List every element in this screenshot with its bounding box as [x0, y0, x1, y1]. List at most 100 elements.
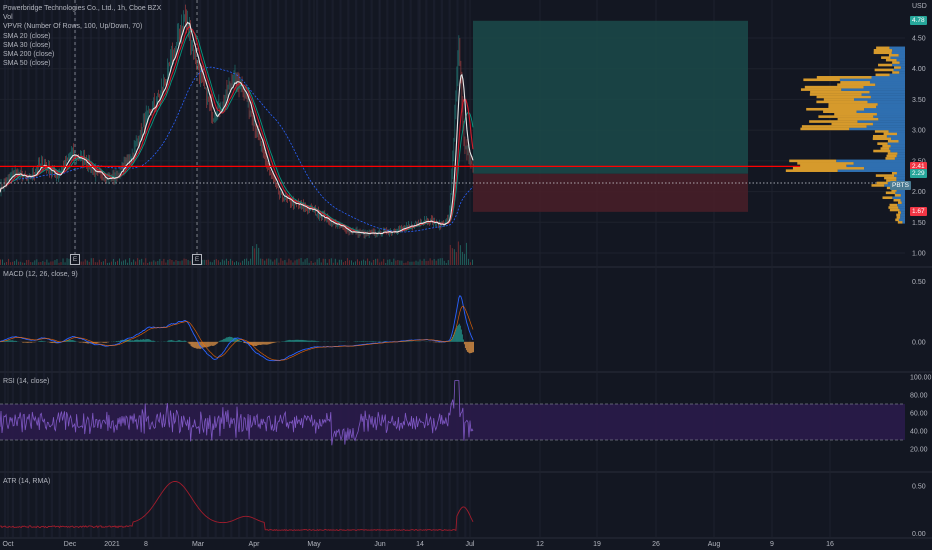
- vpvr-row-up: [889, 73, 905, 77]
- volume-bar: [359, 261, 361, 265]
- vpvr-row-down: [800, 164, 847, 168]
- volume-bar: [242, 260, 244, 265]
- vpvr-row-down: [871, 184, 885, 187]
- vpvr-row-down: [878, 63, 893, 67]
- macd-bar: [304, 340, 306, 342]
- volume-bar: [8, 258, 10, 265]
- macd-bar: [408, 341, 410, 342]
- volume-bar: [131, 262, 133, 265]
- macd-bar: [190, 341, 192, 346]
- macd-bar: [307, 340, 309, 342]
- macd-bar: [241, 341, 242, 342]
- vpvr-row-down: [834, 112, 877, 116]
- vpvr-row-up: [876, 105, 905, 109]
- macd-bar: [438, 341, 440, 343]
- chart-canvas[interactable]: 4.504.003.503.002.502.001.501.000.500.00…: [0, 0, 932, 550]
- volume-bar: [330, 258, 332, 265]
- macd-bar: [131, 340, 133, 342]
- macd-bar: [207, 341, 209, 347]
- macd-bar: [373, 341, 375, 342]
- macd-bar: [208, 341, 210, 347]
- volume-bar: [127, 262, 129, 265]
- macd-bar: [170, 340, 172, 342]
- vpvr-row-down: [816, 95, 871, 99]
- session-band: [323, 0, 326, 538]
- volume-bar: [189, 261, 191, 265]
- volume-bar: [270, 259, 272, 265]
- vpvr-row-down: [891, 171, 897, 175]
- macd-bar: [292, 339, 294, 342]
- volume-bar: [288, 258, 290, 265]
- macd-bar: [299, 339, 301, 342]
- macd-bar: [85, 341, 87, 344]
- volume-bar: [22, 262, 24, 265]
- volume-bar: [352, 262, 354, 265]
- macd-bar: [143, 339, 145, 342]
- earnings-marker[interactable]: E: [70, 254, 80, 265]
- macd-bar: [214, 341, 216, 345]
- macd-bar: [27, 341, 29, 343]
- volume-bar: [28, 259, 30, 265]
- macd-bar: [288, 339, 290, 342]
- macd-bar: [10, 340, 11, 342]
- macd-bar: [194, 341, 196, 348]
- vpvr-row-up: [869, 90, 905, 94]
- macd-bar: [150, 340, 152, 342]
- session-band: [409, 0, 412, 538]
- vpvr-row-up: [899, 71, 905, 74]
- volume-bar: [240, 262, 242, 265]
- macd-bar: [192, 341, 194, 348]
- vpvr-row-down: [800, 88, 842, 91]
- session-band: [440, 0, 443, 538]
- macd-bar: [73, 340, 75, 342]
- volume-bar: [445, 262, 447, 265]
- volume-bar: [32, 262, 34, 265]
- volume-bar: [461, 251, 463, 265]
- macd-bar: [284, 341, 286, 342]
- price-tick-label: 3.00: [912, 128, 926, 135]
- volume-bar: [338, 259, 340, 265]
- vpvr-row-up: [897, 203, 905, 207]
- volume-bar: [306, 258, 308, 265]
- volume-bar: [397, 259, 399, 265]
- volume-bar: [314, 262, 316, 265]
- session-band: [11, 0, 14, 538]
- volume-bar: [268, 258, 270, 265]
- volume-bar: [381, 261, 383, 265]
- macd-bar: [287, 340, 289, 342]
- volume-bar: [316, 259, 318, 265]
- vpvr-row-down: [823, 110, 857, 114]
- volume-bar: [447, 260, 449, 265]
- macd-bar: [196, 341, 198, 349]
- session-band: [144, 0, 147, 538]
- macd-bar: [173, 340, 175, 342]
- macd-bar: [177, 340, 179, 342]
- vpvr-row-down: [896, 213, 901, 217]
- macd-tick-label: 0.50: [912, 279, 926, 286]
- macd-bar: [298, 339, 300, 342]
- volume-bar: [350, 260, 352, 265]
- vpvr-row-up: [876, 112, 905, 116]
- vpvr-row-up: [899, 61, 905, 64]
- macd-bar: [470, 341, 472, 353]
- vpvr-row-down: [896, 216, 901, 219]
- earnings-marker[interactable]: E: [192, 254, 202, 265]
- session-band: [97, 0, 100, 538]
- volume-bar: [409, 261, 411, 265]
- macd-bar: [293, 340, 295, 342]
- macd-bar: [101, 341, 103, 343]
- macd-bar: [106, 341, 108, 343]
- session-band: [331, 0, 334, 538]
- volume-bar: [88, 261, 90, 265]
- volume-bar: [443, 260, 445, 265]
- volume-bar: [246, 258, 248, 265]
- macd-bar: [39, 341, 41, 342]
- macd-bar: [31, 341, 33, 343]
- atr-pane-label: ATR (14, RMA): [3, 478, 51, 485]
- volume-bar: [264, 260, 266, 265]
- session-band: [183, 0, 186, 538]
- macd-bar: [154, 341, 156, 342]
- macd-bar: [296, 339, 298, 342]
- macd-bar: [471, 341, 473, 353]
- macd-bar: [82, 341, 84, 343]
